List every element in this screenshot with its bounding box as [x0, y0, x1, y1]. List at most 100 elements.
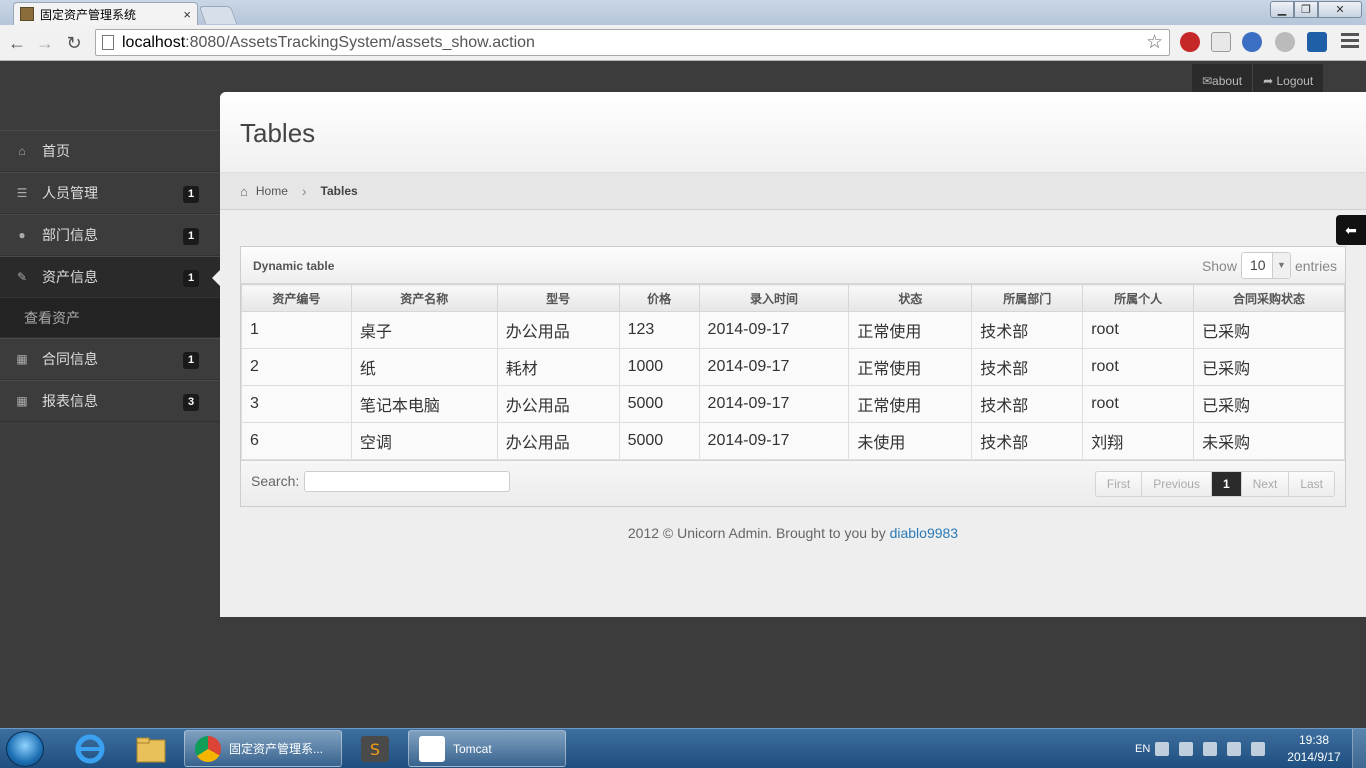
- close-window-button[interactable]: ✕: [1318, 1, 1362, 18]
- table-cell: 6: [241, 422, 352, 460]
- arrow-left-icon[interactable]: ⬅: [1336, 215, 1366, 245]
- caret-down-icon: ▼: [1271, 253, 1290, 278]
- entries-select-value: 10: [1249, 257, 1266, 273]
- back-icon[interactable]: ←: [6, 32, 28, 54]
- extension-globe-icon[interactable]: [1242, 32, 1262, 52]
- chrome-icon: [195, 735, 221, 762]
- page-icon: [102, 35, 114, 50]
- tab-close-button[interactable]: ×: [183, 7, 191, 22]
- tint-icon: ●: [18, 228, 26, 242]
- sidebar-item-department[interactable]: ● 部门信息 1: [0, 214, 220, 256]
- action-center-icon[interactable]: [1203, 742, 1218, 756]
- table-cell: 2: [241, 348, 352, 386]
- footer-author-link[interactable]: diablo9983: [890, 525, 959, 541]
- pagination-last-button[interactable]: Last: [1289, 472, 1334, 496]
- pagination-first-button[interactable]: First: [1095, 472, 1143, 496]
- new-tab-button[interactable]: [198, 6, 238, 24]
- table-cell: 未采购: [1193, 422, 1345, 460]
- grid-icon: ▦: [16, 394, 28, 408]
- show-desktop-button[interactable]: [1352, 729, 1366, 768]
- table-footer: Search: First Previous 1 Next Last: [241, 460, 1345, 506]
- home-icon: ⌂: [18, 144, 26, 158]
- sidebar-item-label: 报表信息: [42, 393, 98, 409]
- table-cell: 技术部: [971, 385, 1084, 423]
- pencil-icon: ✎: [16, 270, 28, 284]
- breadcrumb-home-link[interactable]: Home: [256, 184, 288, 198]
- forward-icon[interactable]: →: [34, 32, 56, 54]
- table-cell: 刘翔: [1082, 422, 1195, 460]
- language-indicator[interactable]: EN: [1135, 743, 1150, 755]
- volume-icon[interactable]: [1251, 742, 1266, 756]
- extension-app-icon[interactable]: [1307, 32, 1327, 52]
- chevron-right-icon: ›: [301, 183, 307, 199]
- home-icon: ⌂: [240, 183, 248, 199]
- list-icon: ☰: [16, 186, 28, 200]
- reload-icon[interactable]: ↻: [63, 32, 85, 54]
- table-cell: 正常使用: [848, 385, 973, 423]
- taskbar-chrome-task[interactable]: 固定资产管理系...: [184, 730, 342, 767]
- start-button[interactable]: [6, 731, 44, 767]
- pagination: First Previous 1 Next Last: [1094, 471, 1335, 497]
- show-hidden-icon[interactable]: [1179, 742, 1194, 756]
- entries-length-control: Show 10 ▼ entries: [1202, 252, 1337, 279]
- column-header[interactable]: 型号: [496, 284, 620, 312]
- pagination-page-button[interactable]: 1: [1211, 472, 1242, 496]
- table-cell: root: [1082, 385, 1195, 423]
- dynamic-table-widget: Dynamic table Show 10 ▼ entries 资产编号 资产名…: [240, 246, 1346, 507]
- extension-sync-icon[interactable]: [1275, 32, 1295, 52]
- table-cell: 1000: [618, 348, 700, 386]
- minimize-button[interactable]: ▁: [1270, 1, 1294, 18]
- sublime-icon[interactable]: S: [351, 732, 399, 766]
- clock[interactable]: 19:38 2014/9/17: [1282, 732, 1346, 766]
- column-header[interactable]: 所属部门: [971, 284, 1084, 312]
- sidebar-item-label: 人员管理: [42, 185, 98, 201]
- taskbar-tomcat-task[interactable]: Tomcat: [408, 730, 566, 767]
- search-input[interactable]: [304, 471, 510, 492]
- extension-calendar-icon[interactable]: [1211, 32, 1231, 52]
- count-badge: 3: [183, 394, 199, 411]
- favicon-icon: [20, 7, 34, 21]
- chrome-menu-icon[interactable]: [1341, 33, 1359, 51]
- column-header[interactable]: 资产编号: [241, 284, 352, 312]
- sidebar-subitem-view-assets[interactable]: 查看资产: [0, 298, 220, 338]
- column-header[interactable]: 录入时间: [698, 284, 850, 312]
- tab-title: 固定资产管理系统: [40, 7, 137, 22]
- pagination-next-button[interactable]: Next: [1241, 472, 1290, 496]
- column-header[interactable]: 所属个人: [1082, 284, 1195, 312]
- grid-icon: ▦: [16, 352, 28, 366]
- table-cell: root: [1082, 311, 1195, 349]
- table-cell: 2014-09-17: [698, 348, 850, 386]
- table-cell: 5000: [618, 422, 700, 460]
- pagination-previous-button[interactable]: Previous: [1142, 472, 1212, 496]
- ie-icon[interactable]: [66, 732, 114, 766]
- task-label: Tomcat: [453, 741, 492, 756]
- browser-tab[interactable]: 固定资产管理系统 ×: [13, 2, 198, 25]
- table-cell: 正常使用: [848, 348, 973, 386]
- sidebar-item-contracts[interactable]: ▦ 合同信息 1: [0, 338, 220, 380]
- sidebar-item-assets[interactable]: ✎ 资产信息 1: [0, 256, 220, 298]
- table-cell: 123: [618, 311, 700, 349]
- column-header[interactable]: 资产名称: [350, 284, 498, 312]
- count-badge: 1: [183, 228, 199, 245]
- column-header[interactable]: 价格: [618, 284, 700, 312]
- table-cell: 办公用品: [496, 385, 620, 423]
- sidebar-item-home[interactable]: ⌂ 首页: [0, 130, 220, 172]
- bookmark-star-icon[interactable]: ☆: [1146, 31, 1163, 54]
- sidebar-item-personnel[interactable]: ☰ 人员管理 1: [0, 172, 220, 214]
- address-bar[interactable]: localhost:8080/AssetsTrackingSystem/asse…: [95, 29, 1170, 56]
- network-icon[interactable]: [1155, 742, 1170, 756]
- maximize-button[interactable]: ❐: [1294, 1, 1318, 18]
- explorer-folder-icon[interactable]: [127, 732, 175, 766]
- entries-select[interactable]: 10 ▼: [1240, 252, 1291, 279]
- sidebar: ⌂ 首页 ☰ 人员管理 1 ● 部门信息 1 ✎ 资产信息 1 查看资产 ▦ 合…: [0, 130, 220, 422]
- sidebar-item-reports[interactable]: ▦ 报表信息 3: [0, 380, 220, 422]
- table-cell: 技术部: [971, 348, 1084, 386]
- column-header[interactable]: 状态: [848, 284, 973, 312]
- table-cell: 笔记本电脑: [350, 385, 498, 423]
- column-header[interactable]: 合同采购状态: [1193, 284, 1345, 312]
- extension-stop-icon[interactable]: [1180, 32, 1200, 52]
- sidebar-item-label: 合同信息: [42, 351, 98, 367]
- table-cell: 未使用: [848, 422, 973, 460]
- monitor-icon[interactable]: [1227, 742, 1242, 756]
- table-cell: 技术部: [971, 422, 1084, 460]
